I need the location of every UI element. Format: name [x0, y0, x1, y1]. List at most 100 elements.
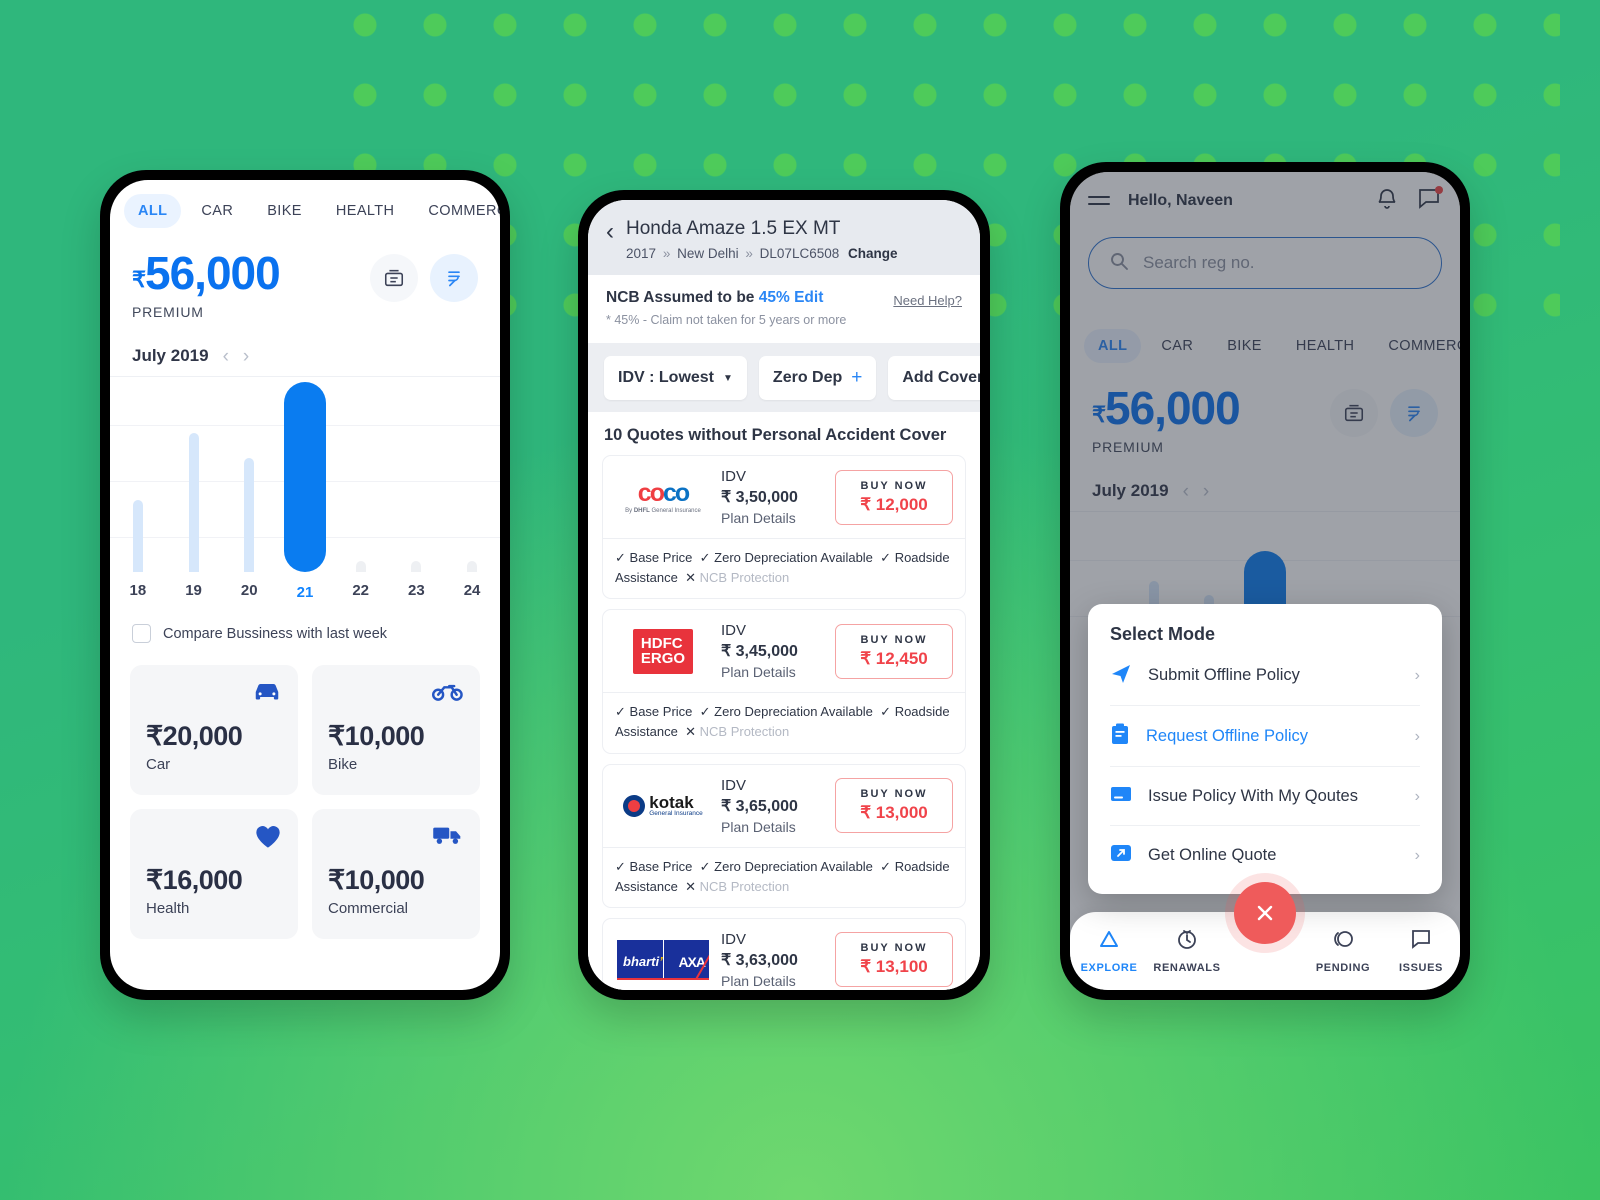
premium-summary: ₹56,000 PREMIUM [1070, 371, 1460, 455]
buy-now-button[interactable]: BUY NOW ₹ 13,000 [835, 778, 953, 834]
tab-health[interactable]: HEALTH [322, 194, 409, 228]
next-month-icon[interactable]: › [243, 347, 249, 366]
chart-bar-column[interactable] [277, 377, 332, 572]
buy-now-price: ₹ 12,450 [860, 648, 928, 668]
prev-month-icon[interactable]: ‹ [1183, 482, 1189, 501]
premium-actions [370, 254, 478, 302]
modal-item-card[interactable]: Issue Policy With My Qoutes › [1110, 767, 1420, 826]
tab-bike[interactable]: BIKE [253, 194, 316, 228]
next-month-icon[interactable]: › [1203, 482, 1209, 501]
renewals-icon [1175, 928, 1199, 955]
tab-commercial[interactable]: COMMERCIAL [414, 194, 500, 228]
insurer-logo-kotak: kotak General Insurance [615, 782, 711, 830]
nav-label: EXPLORE [1080, 962, 1138, 974]
chart-bar [132, 499, 143, 572]
chart-x-label[interactable]: 23 [389, 582, 444, 608]
statement-icon[interactable] [370, 254, 418, 302]
change-link[interactable]: Change [848, 246, 898, 261]
chart-bar [244, 458, 255, 572]
modal-item-clipboard[interactable]: Request Offline Policy › [1110, 706, 1420, 767]
tab-commercial[interactable]: COMMERCIAL [1374, 329, 1460, 363]
chart-x-label-selected[interactable]: 21 [289, 578, 320, 608]
modal-rows: Submit Offline Policy › Request Offline Po… [1110, 645, 1420, 884]
rupee-icon[interactable] [1390, 389, 1438, 437]
tab-all[interactable]: ALL [124, 194, 182, 228]
premium-amount: ₹56,000 [1092, 382, 1241, 434]
chevron-right-icon: › [1414, 666, 1420, 684]
buy-now-price: ₹ 13,100 [860, 957, 928, 977]
phone-3-screen: Hello, Naveen Search reg no. ALL CAR BIK… [1070, 172, 1460, 990]
plan-details-link[interactable]: Plan Details [721, 510, 825, 526]
chart-x-label[interactable]: 20 [222, 582, 277, 608]
quote-card[interactable]: HDFC ERGO IDV ₹ 3,45,000 Plan Details BUY NOW… [602, 609, 966, 754]
nav-issues[interactable]: ISSUES [1386, 928, 1456, 974]
quote-card[interactable]: bharti’ AXA IDV ₹ 3,63,000 Plan Details BUY N… [602, 917, 966, 990]
buy-now-button[interactable]: BUY NOW ₹ 12,000 [835, 469, 953, 525]
tab-all[interactable]: ALL [1084, 329, 1142, 363]
chart-bar-column[interactable] [110, 377, 165, 572]
chip-add-cover[interactable]: Add Cover + [888, 356, 980, 400]
nav-renewals[interactable]: RENAWALS [1152, 928, 1222, 974]
statement-icon[interactable] [1330, 389, 1378, 437]
explore-icon [1097, 928, 1121, 955]
buy-now-button[interactable]: BUY NOW ₹ 13,100 [835, 932, 953, 988]
tab-car[interactable]: CAR [1147, 329, 1207, 363]
card-health[interactable]: ₹16,000 Health [130, 809, 298, 939]
plan-details-link[interactable]: Plan Details [721, 973, 825, 989]
close-fab[interactable] [1234, 882, 1296, 944]
compare-row[interactable]: Compare Bussiness with last week [110, 608, 500, 643]
nav-pending[interactable]: PENDING [1308, 928, 1378, 974]
feature-ncb: NCB Protection [699, 570, 790, 586]
tab-bike[interactable]: BIKE [1213, 329, 1276, 363]
card-car[interactable]: ₹20,000 Car [130, 665, 298, 795]
card-commercial[interactable]: ₹10,000 Commercial [312, 809, 480, 939]
ncb-edit-link[interactable]: Edit [794, 289, 823, 306]
chat-icon[interactable] [1418, 186, 1443, 214]
category-cards: ₹20,000 Car ₹10,000 Bike ₹16,000 Health [110, 643, 500, 939]
chart-x-label[interactable]: 18 [110, 582, 165, 608]
month-label: July 2019 [132, 346, 209, 365]
phone-1-frame: ALL CAR BIKE HEALTH COMMERCIAL ₹56,000 P… [100, 170, 510, 1000]
chip-zero-dep[interactable]: Zero Dep + [758, 356, 877, 400]
chart-x-label[interactable]: 24 [444, 582, 499, 608]
tab-health[interactable]: HEALTH [1282, 329, 1369, 363]
idv-label: IDV [721, 776, 747, 794]
bell-icon[interactable] [1376, 186, 1398, 215]
chart-bar-column[interactable] [389, 377, 444, 572]
plan-details-link[interactable]: Plan Details [721, 664, 825, 680]
chip-label: Zero Dep [772, 369, 843, 386]
plan-details-link[interactable]: Plan Details [721, 819, 825, 835]
back-icon[interactable]: ‹ [606, 220, 614, 244]
heart-icon [254, 823, 282, 849]
rupee-symbol: ₹ [132, 267, 146, 292]
chip-idv[interactable]: IDV : Lowest ▼ [604, 356, 747, 400]
card-bike[interactable]: ₹10,000 Bike [312, 665, 480, 795]
chart-bar-column[interactable] [222, 377, 277, 572]
buy-now-button[interactable]: BUY NOW ₹ 12,450 [835, 623, 953, 679]
feature-tick-icon: ✓ [699, 704, 711, 720]
quote-card[interactable]: kotak General Insurance IDV ₹ 3,65,000 Plan … [602, 763, 966, 908]
premium-block: ₹56,000 PREMIUM [132, 250, 281, 320]
compare-checkbox[interactable] [132, 624, 151, 643]
rupee-icon[interactable] [430, 254, 478, 302]
buy-now-label: BUY NOW [860, 479, 928, 492]
search-input[interactable]: Search reg no. [1088, 237, 1442, 289]
chart-x-label[interactable]: 19 [166, 582, 221, 608]
prev-month-icon[interactable]: ‹ [223, 347, 229, 366]
modal-item-send[interactable]: Submit Offline Policy › [1110, 645, 1420, 706]
chart-bar-column[interactable] [333, 377, 388, 572]
modal-item-external-link[interactable]: Get Online Quote › [1110, 826, 1420, 884]
business-bar-chart: 18 19 20 21 22 23 24 [110, 376, 500, 608]
chart-bar-column[interactable] [444, 377, 499, 572]
menu-icon[interactable] [1088, 191, 1110, 211]
chart-x-label[interactable]: 22 [333, 582, 388, 608]
need-help-link[interactable]: Need Help? [893, 293, 962, 308]
phone-1-screen: ALL CAR BIKE HEALTH COMMERCIAL ₹56,000 P… [110, 180, 500, 990]
chart-bar-column[interactable] [166, 377, 221, 572]
nav-explore[interactable]: EXPLORE [1074, 928, 1144, 974]
insurer-logo-hdfc-ergo: HDFC ERGO [615, 627, 711, 675]
buy-now-price: ₹ 12,000 [860, 494, 928, 514]
quote-card[interactable]: coco By DHFL General Insurance IDV ₹ 3,50,0… [602, 455, 966, 600]
ncb-percent: 45% [758, 289, 790, 306]
tab-car[interactable]: CAR [187, 194, 247, 228]
